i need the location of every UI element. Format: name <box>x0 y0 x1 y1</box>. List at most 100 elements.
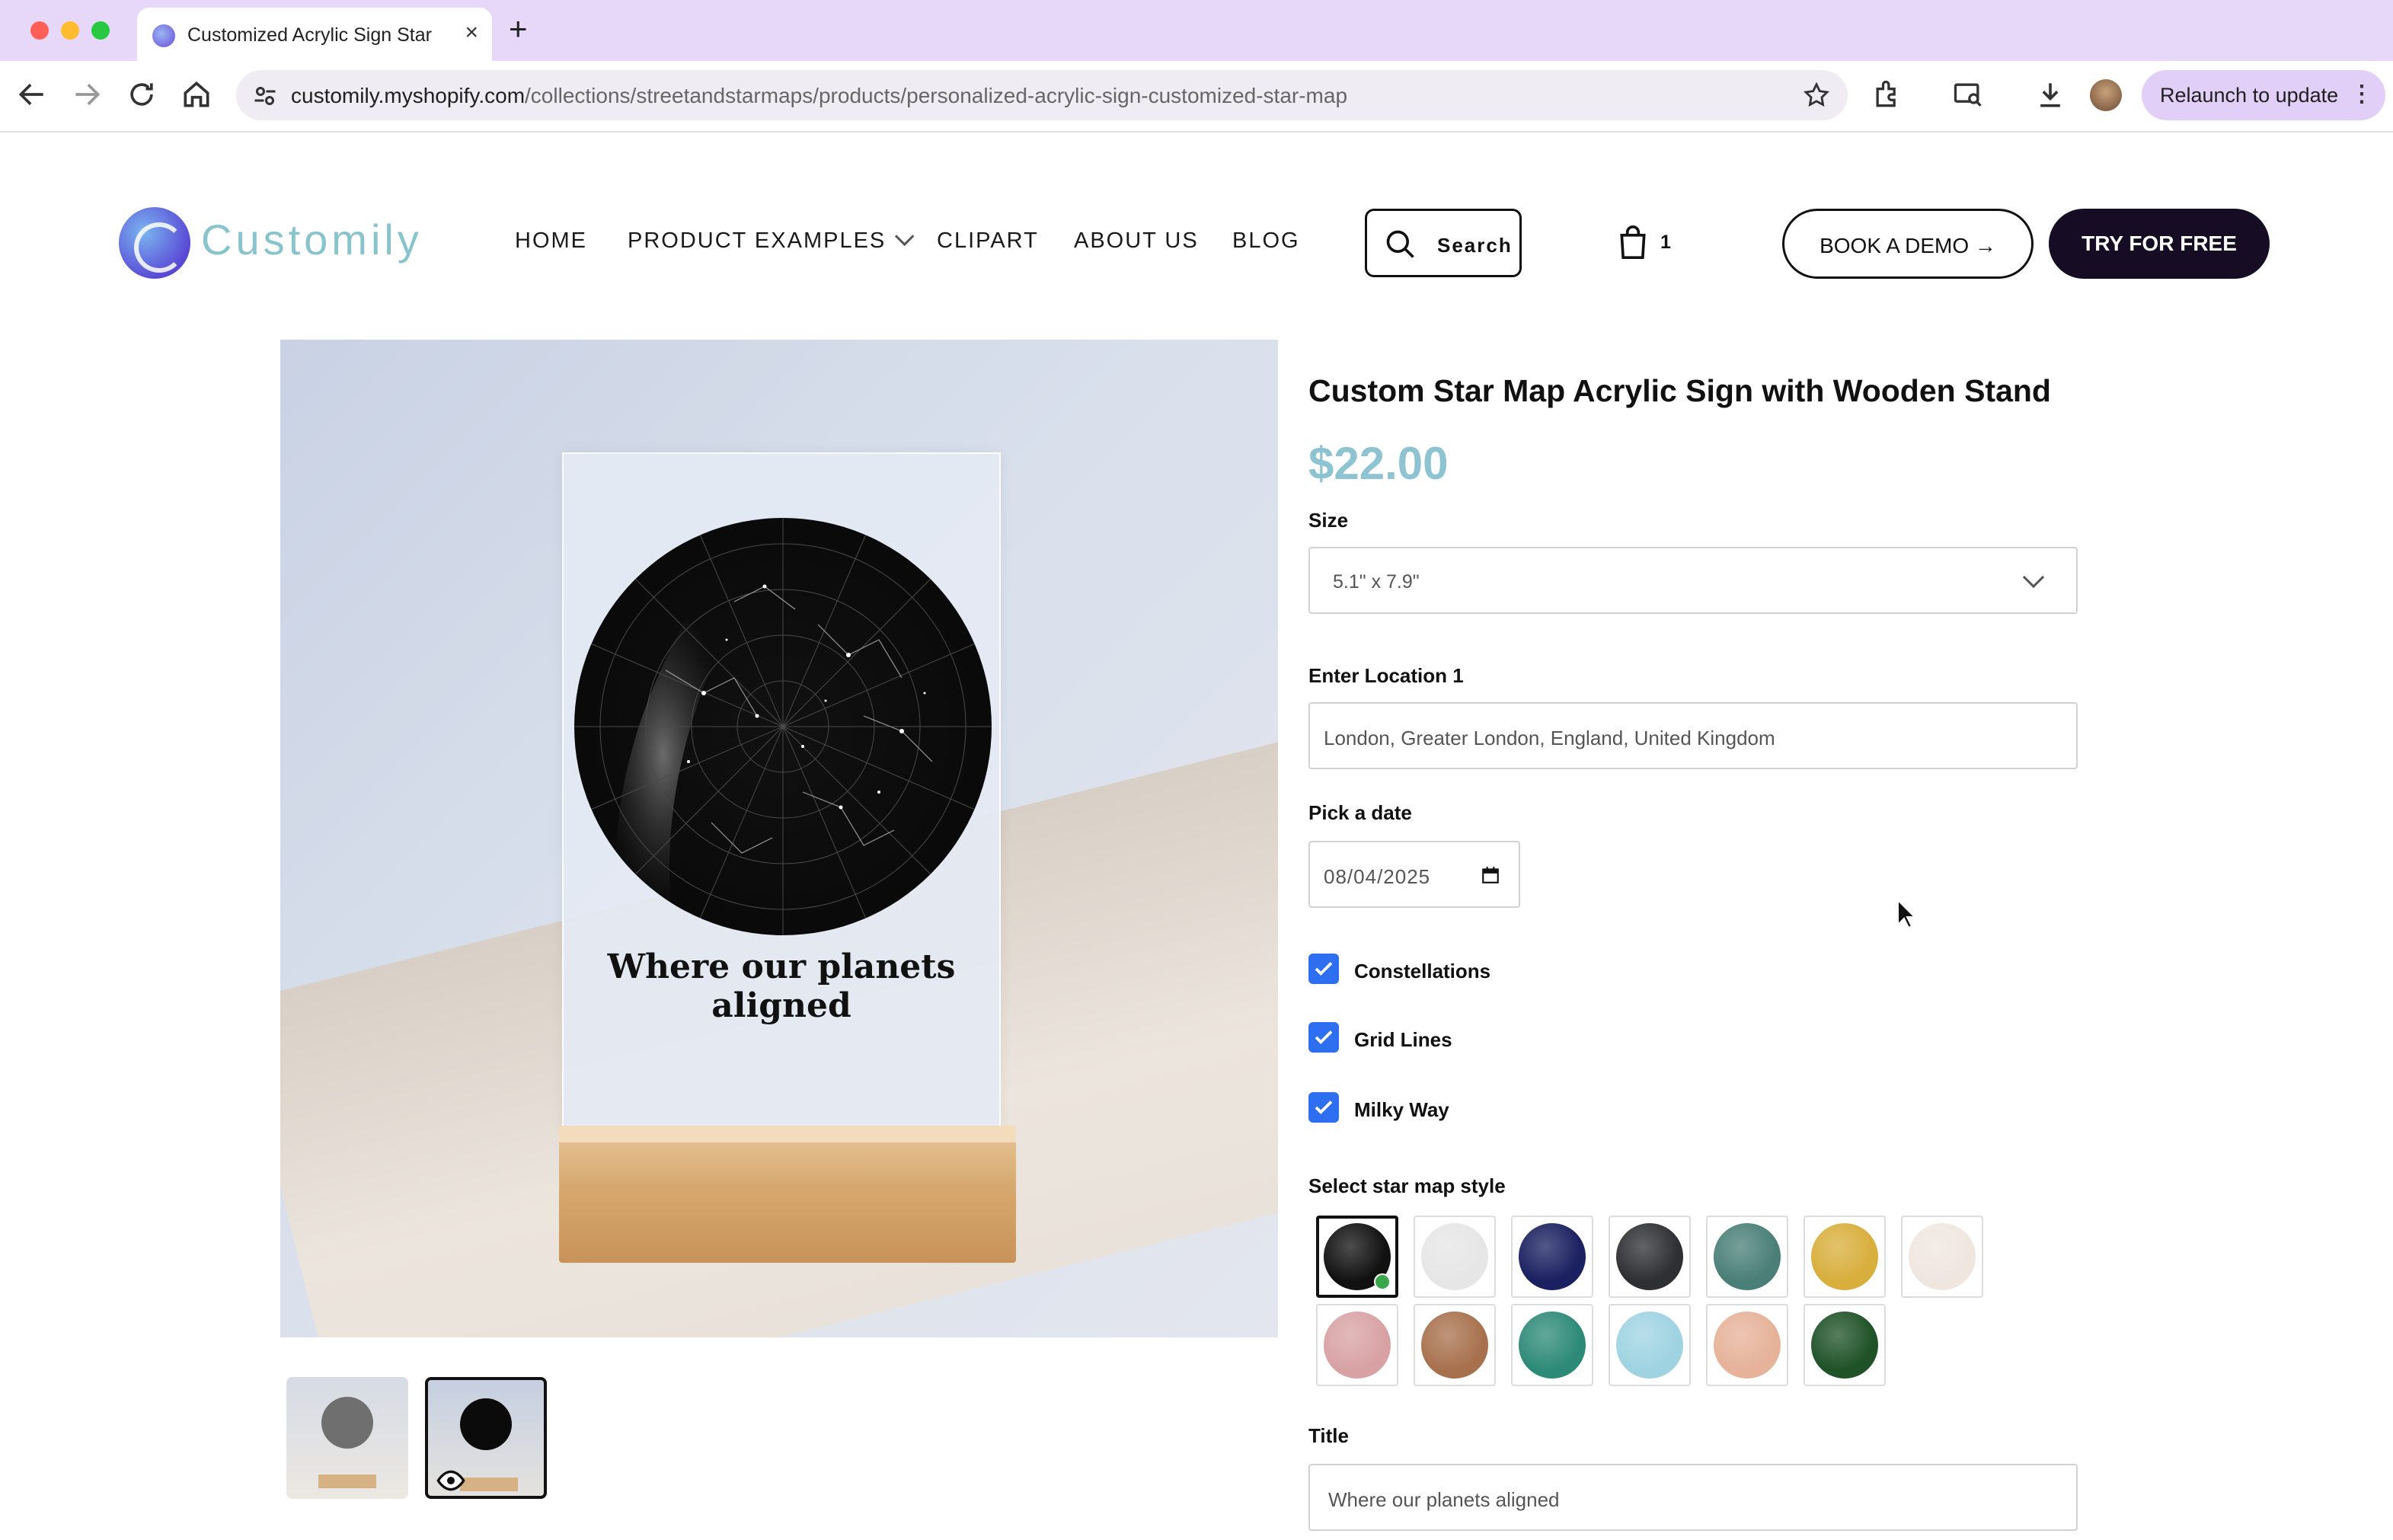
address-bar[interactable]: customily.myshopify.com/collections/stre… <box>236 70 1848 120</box>
date-input[interactable]: 08/04/2025 <box>1308 841 1520 908</box>
logo-text[interactable]: Customily <box>201 215 423 264</box>
nav-blog[interactable]: BLOG <box>1232 228 1300 254</box>
milky-way-checkbox[interactable] <box>1308 1092 1339 1123</box>
swatch-color-preview <box>1519 1312 1586 1379</box>
try-for-free-label: TRY FOR FREE <box>2081 232 2237 255</box>
forward-arrow-icon[interactable] <box>70 78 104 111</box>
location-label: Enter Location 1 <box>1308 664 1464 687</box>
swatch-color-preview <box>1616 1312 1683 1379</box>
star-map-style-swatch[interactable] <box>1706 1304 1788 1386</box>
grid-lines-label: Grid Lines <box>1354 1028 1452 1051</box>
customily-favicon-icon <box>152 24 175 47</box>
date-label: Pick a date <box>1308 801 1412 824</box>
extensions-icon[interactable] <box>1871 78 1904 111</box>
checkmark-icon <box>1315 1030 1333 1044</box>
swatch-color-preview <box>1324 1312 1391 1379</box>
size-label: Size <box>1308 509 1349 532</box>
swatch-color-preview <box>1421 1223 1488 1290</box>
swatch-color-preview <box>1714 1223 1781 1290</box>
try-for-free-button[interactable]: TRY FOR FREE <box>2049 209 2270 279</box>
search-button[interactable]: Search <box>1365 209 1522 277</box>
minimize-window-button[interactable] <box>61 21 79 40</box>
wooden-stand <box>559 1126 1016 1263</box>
browser-tab[interactable]: Customized Acrylic Sign Star × <box>137 8 492 61</box>
thumbnail-1[interactable] <box>286 1377 408 1499</box>
selected-check-icon <box>1374 1273 1391 1290</box>
date-input-value: 08/04/2025 <box>1324 865 1431 888</box>
profile-avatar[interactable] <box>2090 79 2122 111</box>
star-map-style-swatch[interactable] <box>1316 1216 1398 1298</box>
star-map-style-swatch[interactable] <box>1706 1216 1788 1298</box>
back-arrow-icon[interactable] <box>15 78 49 111</box>
home-icon[interactable] <box>180 78 213 111</box>
sign-title-text: Where our planets aligned <box>607 947 956 1025</box>
checkmark-icon <box>1315 1101 1333 1114</box>
nav-home[interactable]: HOME <box>515 228 587 254</box>
reload-icon[interactable] <box>125 78 158 111</box>
star-map-style-swatch[interactable] <box>1804 1216 1886 1298</box>
shopping-bag-icon[interactable] <box>1616 224 1650 260</box>
kebab-menu-icon[interactable]: ⋮ <box>2350 81 2373 107</box>
star-map-style-swatch[interactable] <box>1414 1216 1496 1298</box>
close-tab-icon[interactable]: × <box>465 20 478 46</box>
download-icon[interactable] <box>2034 78 2067 111</box>
star-map-style-swatch[interactable] <box>1609 1304 1691 1386</box>
cart-count[interactable]: 1 <box>1660 232 1671 254</box>
nav-clipart[interactable]: CLIPART <box>937 228 1039 254</box>
product-title: Custom Star Map Acrylic Sign with Wooden… <box>1308 373 2051 408</box>
size-select-value: 5.1" x 7.9" <box>1333 571 1420 593</box>
size-select[interactable]: 5.1" x 7.9" <box>1308 547 2078 614</box>
swatch-color-preview <box>1811 1312 1878 1379</box>
star-map-style-label: Select star map style <box>1308 1174 1506 1197</box>
bookmark-star-icon[interactable] <box>1802 81 1831 110</box>
thumbnail-1-preview <box>321 1397 373 1449</box>
star-map-style-swatch[interactable] <box>1511 1216 1593 1298</box>
book-a-demo-button[interactable]: BOOK A DEMO → <box>1782 209 2034 279</box>
location-input[interactable]: London, Greater London, England, United … <box>1308 702 2078 769</box>
wooden-stand-slot <box>559 1126 1016 1142</box>
star-map-style-swatch[interactable] <box>1511 1304 1593 1386</box>
swatch-color-preview <box>1811 1223 1878 1290</box>
star-map-style-swatch[interactable] <box>1901 1216 1983 1298</box>
swatch-color-preview <box>1909 1223 1976 1290</box>
search-label: Search <box>1437 234 1513 257</box>
acrylic-sign: Where our planets aligned <box>562 452 1001 1130</box>
maximize-window-button[interactable] <box>91 21 110 40</box>
star-map-style-swatch[interactable] <box>1414 1304 1496 1386</box>
tab-title: Customized Acrylic Sign Star <box>187 24 432 46</box>
milky-way-label: Milky Way <box>1354 1098 1449 1121</box>
swatch-color-preview <box>1616 1223 1683 1290</box>
customily-logo-icon[interactable] <box>119 207 190 279</box>
product-price: $22.00 <box>1308 438 1449 489</box>
eye-icon[interactable] <box>436 1465 466 1496</box>
swatch-color-preview <box>1714 1312 1781 1379</box>
title-input[interactable]: Where our planets aligned <box>1308 1464 2078 1531</box>
search-icon <box>1386 230 1414 258</box>
relaunch-to-update-button[interactable]: Relaunch to update ⋮ <box>2142 70 2385 120</box>
chevron-down-icon <box>895 226 915 247</box>
nav-product-examples-label: PRODUCT EXAMPLES <box>628 228 887 253</box>
site-info-icon[interactable] <box>251 82 279 110</box>
nav-about-us[interactable]: ABOUT US <box>1074 228 1199 254</box>
star-map-style-swatch[interactable] <box>1316 1304 1398 1386</box>
nav-product-examples[interactable]: PRODUCT EXAMPLES <box>628 226 915 254</box>
book-a-demo-label: BOOK A DEMO → <box>1820 234 1996 257</box>
close-window-button[interactable] <box>30 21 49 40</box>
title-input-value: Where our planets aligned <box>1328 1488 1560 1511</box>
star-map-style-swatch[interactable] <box>1804 1304 1886 1386</box>
new-tab-icon[interactable]: + <box>509 11 528 47</box>
constellations-label: Constellations <box>1354 960 1491 982</box>
constellations-checkbox[interactable] <box>1308 954 1339 984</box>
thumbnail-2[interactable] <box>425 1377 547 1499</box>
thumbnail-1-stand <box>318 1475 376 1488</box>
star-map-style-swatch[interactable] <box>1609 1216 1691 1298</box>
browser-tab-bar: Customized Acrylic Sign Star × + <box>0 0 2393 61</box>
grid-lines-checkbox[interactable] <box>1308 1022 1339 1053</box>
tab-search-icon[interactable] <box>1951 78 1985 111</box>
product-image[interactable]: Where our planets aligned <box>280 340 1278 1337</box>
checkmark-icon <box>1315 962 1333 976</box>
url-text: customily.myshopify.com/collections/stre… <box>291 84 1347 108</box>
swatch-color-preview <box>1519 1223 1586 1290</box>
title-label: Title <box>1308 1424 1349 1447</box>
calendar-icon[interactable] <box>1481 865 1500 885</box>
